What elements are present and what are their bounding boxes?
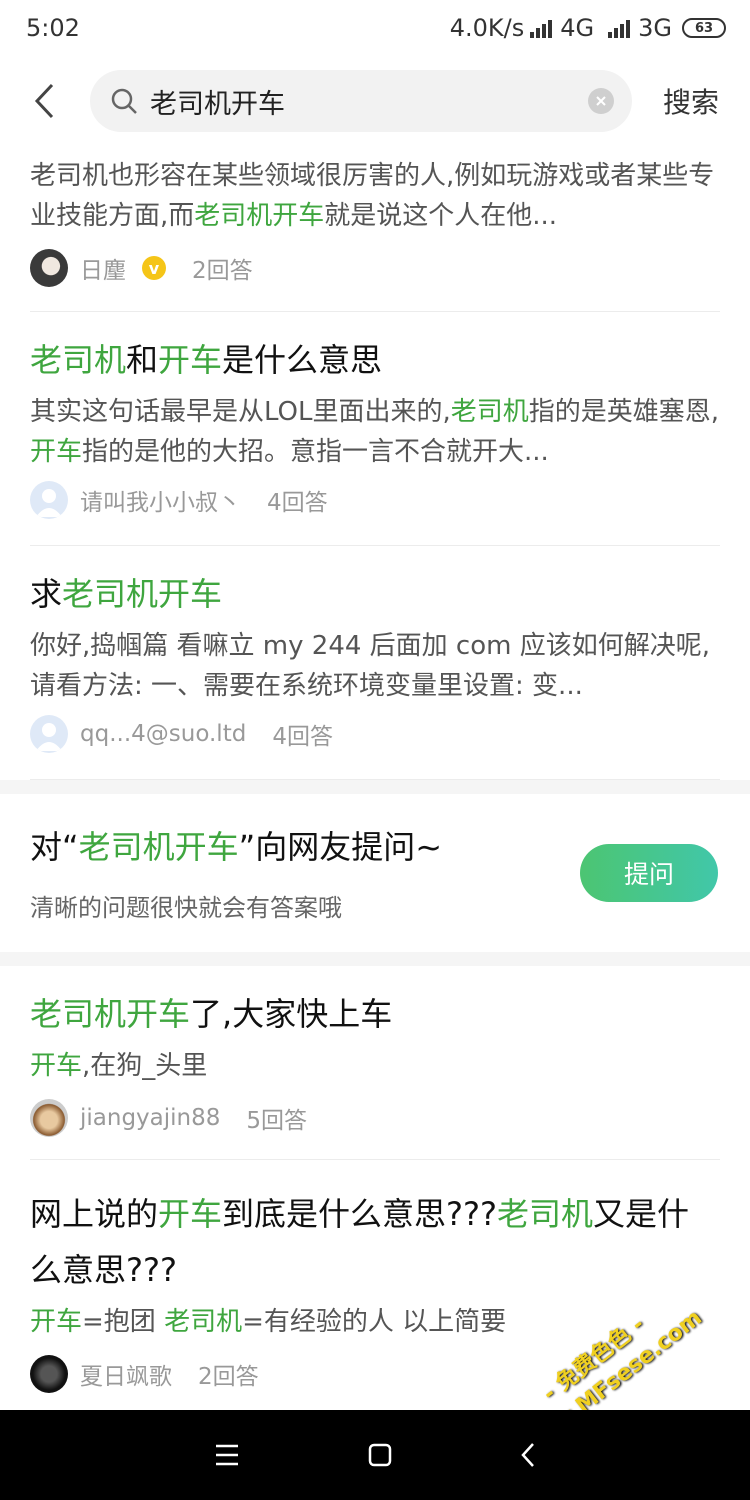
search-input[interactable]	[150, 85, 588, 117]
avatar[interactable]	[30, 1099, 68, 1137]
text-segment: =有经验的人 以上简要	[242, 1307, 507, 1337]
highlighted-keyword: 老司机	[30, 341, 127, 379]
result-meta: jiangyajin88 5回答	[30, 1098, 720, 1138]
highlighted-keyword: 老司机开车	[30, 995, 191, 1033]
network-type-4g: 4G	[560, 14, 595, 42]
text-segment: 指的是他的大招。意指一言不合就开大...	[82, 437, 549, 467]
author-name[interactable]: qq...4@suo.ltd	[80, 721, 246, 747]
menu-icon[interactable]	[212, 1443, 242, 1467]
network-speed: 4.0K/s	[449, 14, 525, 42]
chevron-left-icon	[34, 83, 54, 119]
author-name[interactable]: 夏日飒歌	[80, 1357, 172, 1391]
result-item[interactable]: 老司机开车了,大家快上车 开车,在狗_头里 jiangyajin88 5回答	[30, 966, 720, 1160]
highlighted-keyword: 老司机	[497, 1195, 594, 1233]
search-header: 搜索	[0, 68, 750, 134]
text-segment: ,在狗_头里	[82, 1051, 208, 1081]
text-segment: =抱团	[82, 1307, 165, 1337]
answer-count: 5回答	[246, 1108, 308, 1134]
default-avatar-icon	[36, 723, 62, 751]
text-segment: 是什么意思	[222, 341, 383, 379]
ask-button[interactable]: 提问	[580, 844, 718, 902]
text-segment: 和	[126, 341, 159, 379]
result-snippet: 老司机也形容在某些领域很厉害的人,例如玩游戏或者某些专业技能方面,而老司机开车就…	[30, 156, 720, 236]
search-box[interactable]	[90, 70, 632, 132]
avatar[interactable]	[30, 481, 68, 519]
author-name[interactable]: 请叫我小小叔丶	[80, 483, 241, 517]
ask-question-section: 对“老司机开车”向网友提问~ 清晰的问题很快就会有答案哦 提问	[0, 792, 750, 952]
result-item[interactable]: 求老司机开车 你好,捣帼篇 看嘛立 my 244 后面加 com 应该如何解决呢…	[30, 546, 720, 780]
highlighted-keyword: 开车	[30, 1307, 83, 1337]
result-snippet: 其实这句话最早是从LOL里面出来的,老司机指的是英雄塞恩, 开车指的是他的大招。意…	[30, 392, 720, 472]
search-icon	[111, 88, 137, 114]
avatar[interactable]	[30, 715, 68, 753]
system-nav-bar	[0, 1410, 750, 1500]
section-divider	[0, 952, 750, 966]
highlighted-keyword: 开车	[30, 437, 83, 467]
highlighted-keyword: 开车	[30, 1051, 83, 1081]
result-snippet: 你好,捣帼篇 看嘛立 my 244 后面加 com 应该如何解决呢,请看方法: …	[30, 626, 720, 706]
text-segment: 你好,捣帼篇 看嘛立 my 244 后面加 com 应该如何解决呢,请看方法: …	[30, 631, 710, 701]
result-item[interactable]: 老司机和开车是什么意思 其实这句话最早是从LOL里面出来的,老司机指的是英雄塞恩…	[30, 312, 720, 546]
text-segment: 了,大家快上车	[190, 995, 393, 1033]
result-item[interactable]: 老司机也形容在某些领域很厉害的人,例如玩游戏或者某些专业技能方面,而老司机开车就…	[30, 156, 720, 312]
battery-icon: 63	[682, 18, 726, 38]
verified-badge-icon: v	[142, 256, 166, 280]
result-meta: 日麈 v 2回答	[30, 248, 720, 288]
default-avatar-icon	[36, 489, 62, 517]
highlighted-keyword: 老司机开车	[194, 201, 325, 231]
answer-count: 2回答	[198, 1364, 259, 1390]
ask-title: 对“老司机开车”向网友提问~	[30, 828, 443, 866]
ask-subtitle: 清晰的问题很快就会有答案哦	[30, 894, 342, 922]
author-name[interactable]: jiangyajin88	[80, 1105, 220, 1131]
text-segment: 指的是英雄塞恩,	[528, 397, 720, 427]
text-segment: 就是说这个人在他...	[324, 201, 558, 231]
back-button[interactable]	[0, 68, 90, 134]
text-segment: 其实这句话最早是从LOL里面出来的,	[30, 397, 451, 427]
result-title[interactable]: 求老司机开车	[30, 572, 720, 616]
home-icon[interactable]	[367, 1442, 393, 1468]
highlighted-keyword: 开车	[158, 341, 223, 379]
result-title[interactable]: 网上说的开车到底是什么意思???老司机又是什么意思???	[30, 1186, 720, 1298]
avatar[interactable]	[30, 249, 68, 287]
text-segment: 到底是什么意思???	[222, 1195, 497, 1233]
clear-icon[interactable]	[588, 88, 614, 114]
result-title[interactable]: 老司机和开车是什么意思	[30, 338, 720, 382]
status-bar: 5:02 4.0K/s 4G 3G 63	[0, 0, 750, 56]
highlighted-keyword: 老司机	[450, 397, 529, 427]
network-type-3g: 3G	[638, 14, 672, 42]
author-name[interactable]: 日麈	[80, 251, 126, 285]
answer-count: 4回答	[272, 724, 333, 750]
signal-icon	[530, 18, 553, 38]
result-meta: qq...4@suo.ltd 4回答	[30, 714, 720, 754]
answer-count: 4回答	[267, 490, 328, 516]
result-meta: 请叫我小小叔丶 4回答	[30, 480, 720, 520]
text-segment: 求	[30, 575, 63, 613]
highlighted-keyword: 老司机开车	[62, 575, 223, 613]
highlighted-keyword: 开车	[158, 1195, 223, 1233]
signal-icon	[608, 18, 631, 38]
highlighted-keyword: 老司机	[164, 1307, 243, 1337]
ask-keyword: 老司机开车	[78, 828, 239, 866]
answer-count: 2回答	[192, 258, 253, 284]
back-nav-icon[interactable]	[518, 1441, 538, 1469]
status-indicators: 4.0K/s 4G 3G 63	[450, 14, 726, 42]
search-button[interactable]: 搜索	[632, 81, 750, 121]
result-title[interactable]: 老司机开车了,大家快上车	[30, 992, 720, 1036]
text-segment: 网上说的	[30, 1195, 159, 1233]
result-snippet: 开车,在狗_头里	[30, 1046, 720, 1086]
avatar[interactable]	[30, 1355, 68, 1393]
status-time: 5:02	[26, 14, 80, 42]
